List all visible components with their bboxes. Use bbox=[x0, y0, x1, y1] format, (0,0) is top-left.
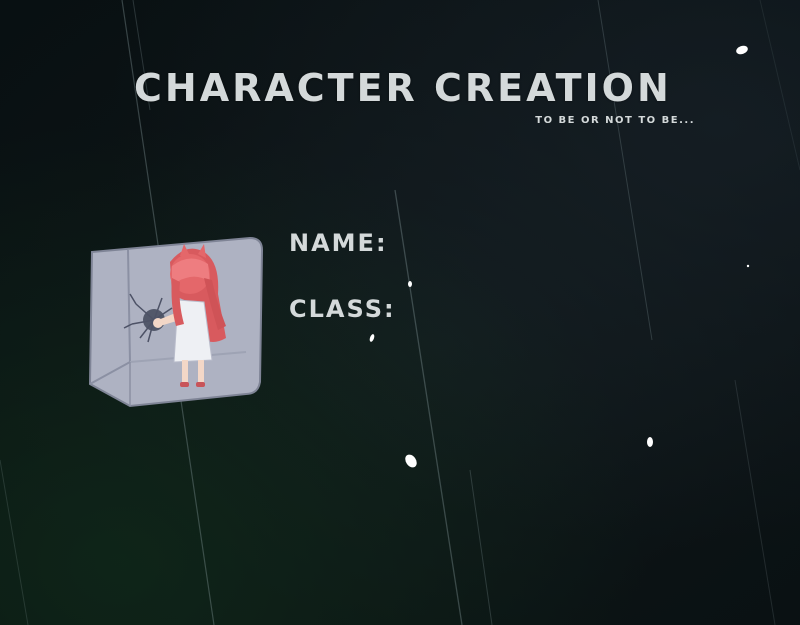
snow-particle bbox=[408, 281, 412, 287]
screen-title: Character Creation bbox=[134, 66, 672, 110]
snow-particle bbox=[736, 45, 748, 55]
snow-particle bbox=[647, 437, 653, 447]
character-creation-screen: Character Creation To be or not to be...… bbox=[0, 0, 800, 625]
class-label: Class: bbox=[289, 295, 396, 323]
snow-particle bbox=[405, 454, 417, 468]
screen-subtitle: To be or not to be... bbox=[535, 115, 695, 126]
character-portrait-icon bbox=[88, 236, 264, 408]
snow-particle bbox=[746, 264, 750, 268]
snow-particle bbox=[369, 334, 375, 342]
name-label: Name: bbox=[289, 229, 388, 257]
